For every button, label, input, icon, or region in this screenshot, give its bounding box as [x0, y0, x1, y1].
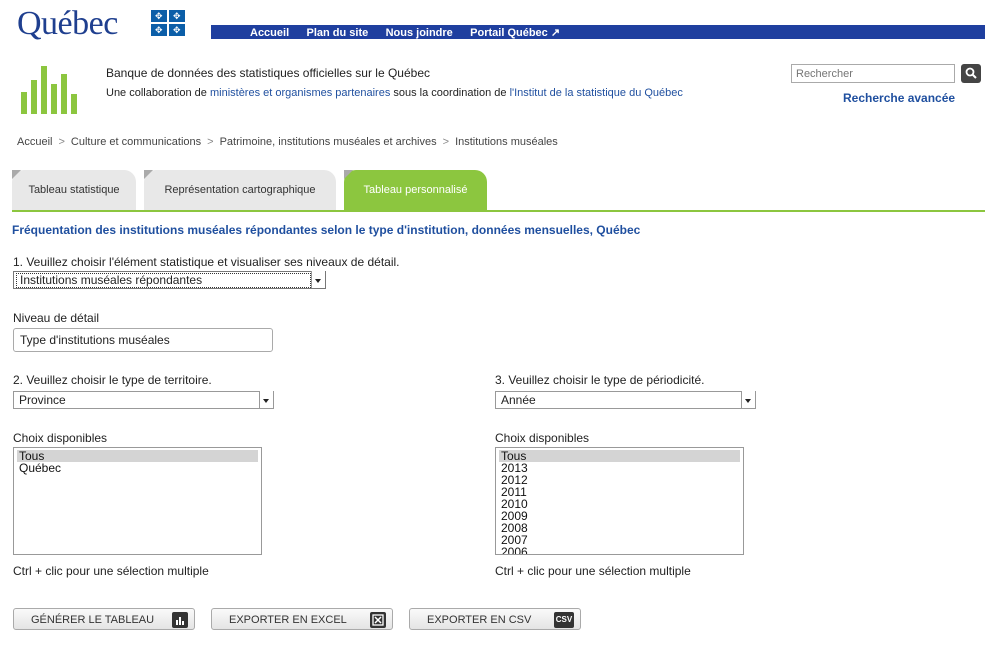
- button-label: EXPORTER EN EXCEL: [229, 614, 347, 626]
- list-item[interactable]: 2011: [496, 486, 743, 498]
- tab-representation-cartographique[interactable]: Représentation cartographique: [144, 170, 336, 210]
- tab-label: Représentation cartographique: [164, 184, 316, 196]
- list-item[interactable]: 2009: [496, 510, 743, 522]
- select-value: Institutions muséales répondantes: [16, 273, 311, 288]
- list-item[interactable]: Tous: [499, 450, 740, 462]
- territory-type-select[interactable]: Province: [13, 391, 274, 409]
- territory-choices-label: Choix disponibles: [13, 431, 108, 445]
- select-value: Province: [19, 393, 66, 407]
- tab-underline: [12, 210, 985, 212]
- territory-hint: Ctrl + clic pour une sélection multiple: [13, 564, 209, 578]
- chevron-down-icon: [741, 391, 755, 408]
- territory-choices-list[interactable]: Tous Québec: [13, 447, 262, 555]
- period-hint: Ctrl + clic pour une sélection multiple: [495, 564, 691, 578]
- tab-label: Tableau personnalisé: [363, 184, 468, 196]
- list-item[interactable]: 2007: [496, 534, 743, 546]
- banner-title: Banque de données des statistiques offic…: [106, 66, 430, 80]
- list-item[interactable]: 2010: [496, 498, 743, 510]
- partners-link[interactable]: ministères et organismes partenaires: [210, 87, 390, 99]
- isq-link[interactable]: l'Institut de la statistique du Québec: [510, 87, 683, 99]
- isq-logo-bars-icon: [19, 64, 89, 114]
- quebec-flag-icon: ✥ ✥ ✥ ✥: [151, 10, 185, 36]
- search-input[interactable]: [791, 64, 955, 83]
- period-choices-label: Choix disponibles: [495, 431, 590, 445]
- step1-label: 1. Veuillez choisir l'élément statistiqu…: [13, 255, 400, 269]
- export-csv-button[interactable]: EXPORTER EN CSV CSV: [409, 608, 581, 630]
- banner-sub-prefix: Une collaboration de: [106, 87, 210, 99]
- breadcrumb-patrimoine[interactable]: Patrimoine, institutions muséales et arc…: [220, 136, 437, 148]
- list-item[interactable]: 2013: [496, 462, 743, 474]
- nav-nous-joindre[interactable]: Nous joindre: [386, 27, 453, 39]
- banner-sub-mid: sous la coordination de: [390, 87, 510, 99]
- detail-level-label: Niveau de détail: [13, 311, 100, 325]
- export-excel-button[interactable]: EXPORTER EN EXCEL: [211, 608, 393, 630]
- statistical-element-select[interactable]: Institutions muséales répondantes: [13, 271, 326, 289]
- tab-tableau-personnalise[interactable]: Tableau personnalisé: [344, 170, 487, 210]
- chevron-down-icon: [311, 271, 325, 288]
- top-navigation: Accueil Plan du site Nous joindre Portai…: [211, 25, 985, 39]
- banner-subtitle: Une collaboration de ministères et organ…: [106, 87, 683, 99]
- nav-portail-quebec[interactable]: Portail Québec ↗: [470, 27, 560, 39]
- excel-icon: [370, 612, 386, 628]
- tab-tableau-statistique[interactable]: Tableau statistique: [12, 170, 136, 210]
- button-label: GÉNÉRER LE TABLEAU: [31, 614, 155, 626]
- external-link-icon: ↗: [550, 27, 561, 39]
- list-item[interactable]: 2012: [496, 474, 743, 486]
- quebec-logo[interactable]: Québec: [17, 4, 118, 44]
- nav-portail-label: Portail Québec: [470, 27, 548, 39]
- advanced-search-link[interactable]: Recherche avancée: [843, 91, 955, 105]
- nav-plan-du-site[interactable]: Plan du site: [306, 27, 368, 39]
- period-choices-list[interactable]: Tous 2013 2012 2011 2010 2009 2008 2007 …: [495, 447, 744, 555]
- step3-label: 3. Veuillez choisir le type de périodici…: [495, 373, 705, 387]
- bar-chart-icon: [172, 612, 188, 628]
- select-value: Année: [501, 393, 536, 407]
- detail-level-field[interactable]: Type d'institutions muséales: [13, 328, 273, 352]
- page-title: Fréquentation des institutions muséales …: [12, 223, 641, 237]
- step2-label: 2. Veuillez choisir le type de territoir…: [13, 373, 212, 387]
- generate-table-button[interactable]: GÉNÉRER LE TABLEAU: [13, 608, 195, 630]
- chevron-down-icon: [259, 391, 273, 408]
- breadcrumb: Accueil > Culture et communications > Patrim…: [17, 136, 558, 148]
- breadcrumb-culture[interactable]: Culture et communications: [71, 136, 201, 148]
- search-icon: [965, 67, 977, 79]
- breadcrumb-current: Institutions muséales: [455, 136, 558, 148]
- list-item[interactable]: Québec: [14, 462, 261, 474]
- periodicity-select[interactable]: Année: [495, 391, 756, 409]
- breadcrumb-accueil[interactable]: Accueil: [17, 136, 52, 148]
- button-label: EXPORTER EN CSV: [427, 614, 532, 626]
- nav-accueil[interactable]: Accueil: [250, 27, 289, 39]
- search-button[interactable]: [961, 64, 981, 83]
- tab-label: Tableau statistique: [28, 184, 120, 196]
- list-item[interactable]: 2006: [496, 546, 743, 554]
- list-item[interactable]: 2008: [496, 522, 743, 534]
- csv-icon: CSV: [554, 612, 574, 628]
